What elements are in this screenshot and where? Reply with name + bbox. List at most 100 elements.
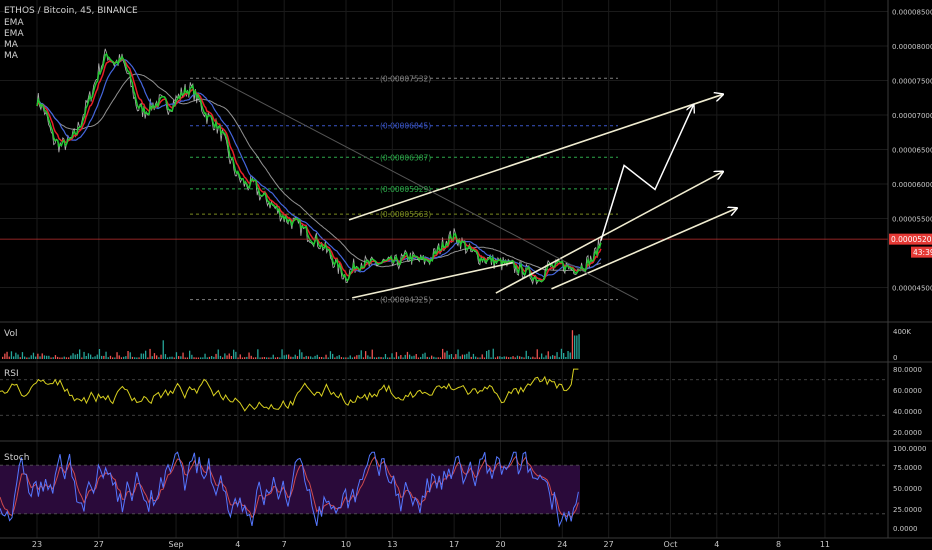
volume-bar	[312, 357, 314, 359]
volume-bar	[50, 357, 52, 359]
volume-bar	[426, 356, 428, 359]
volume-bar	[120, 357, 123, 359]
volume-bar	[248, 352, 250, 359]
volume-bar	[446, 350, 448, 359]
volume-bar	[492, 348, 494, 359]
stoch-axis-75: 75.0000	[893, 464, 922, 472]
time-axis-label: 24	[557, 540, 567, 549]
indicator-ma-1[interactable]: MA	[4, 40, 19, 50]
volume-bar	[310, 356, 312, 359]
volume-bar	[329, 351, 332, 359]
volume-bar	[285, 354, 288, 359]
volume-bar	[303, 357, 305, 359]
volume-bar	[519, 356, 521, 359]
time-axis-label: 27	[94, 540, 104, 549]
volume-bar	[459, 356, 461, 359]
volume-bar	[343, 357, 345, 359]
volume-bar	[516, 355, 519, 359]
price-chart[interactable]: (0.00007532) (0.00006845) (0.00006387) (0.0…	[0, 0, 932, 550]
volume-bar	[268, 357, 270, 359]
volume-bar	[186, 357, 189, 359]
volume-bar	[206, 357, 208, 359]
volume-bar	[362, 357, 365, 359]
volume-bar	[153, 353, 156, 359]
price-axis-label: 0.00007000	[892, 112, 932, 120]
volume-bar	[411, 356, 413, 359]
volume-bar	[96, 354, 98, 359]
volume-bar	[283, 355, 285, 359]
volume-bar	[503, 356, 505, 359]
volume-bar	[46, 355, 48, 359]
volume-bar	[164, 354, 167, 359]
volume-bar	[19, 357, 21, 359]
volume-bar	[336, 356, 338, 359]
stoch-axis-50: 50.0000	[893, 485, 922, 493]
volume-bar	[85, 356, 87, 359]
volume-bar	[87, 353, 90, 359]
volume-bar	[574, 335, 576, 359]
volume-bar	[263, 357, 266, 359]
volume-bar	[464, 354, 466, 359]
volume-bar	[125, 356, 127, 359]
volume-bar	[316, 354, 318, 359]
volume-bar	[74, 354, 76, 359]
volume-bar	[63, 356, 65, 359]
price-axis-label: 0.00004500	[892, 285, 932, 293]
volume-bar	[233, 349, 235, 359]
volume-bar	[367, 355, 369, 359]
symbol-title: ETHOS / Bitcoin, 45, BINANCE	[4, 6, 138, 16]
volume-bar	[378, 356, 380, 359]
volume-bar	[409, 354, 411, 359]
volume-bar	[204, 353, 206, 359]
volume-bar	[530, 357, 532, 359]
volume-bar	[351, 357, 354, 359]
volume-bar	[213, 356, 215, 359]
volume-bar	[277, 357, 279, 359]
volume-bar	[439, 357, 442, 359]
volume-bar	[373, 357, 376, 359]
indicator-ema-2[interactable]: EMA	[4, 29, 24, 39]
volume-bar	[193, 357, 195, 359]
volume-bar	[497, 356, 499, 359]
volume-bar	[327, 357, 329, 359]
volume-bar	[305, 355, 307, 359]
volume-bar	[455, 354, 457, 359]
volume-bar	[72, 353, 74, 359]
volume-bar	[35, 356, 37, 359]
volume-bar	[68, 357, 70, 359]
volume-bar	[382, 357, 384, 359]
volume-bar	[395, 352, 398, 359]
volume-bar	[246, 356, 248, 359]
volume-bar	[393, 357, 395, 359]
volume-bar	[215, 353, 217, 359]
volume-bar	[571, 330, 574, 359]
volume-bar	[131, 356, 134, 359]
volume-bar	[448, 354, 450, 359]
time-axis-label: 7	[282, 540, 287, 549]
time-axis-label: 11	[820, 540, 830, 549]
volume-bar	[274, 357, 277, 359]
volume-bar	[184, 357, 186, 359]
volume-bar	[151, 356, 153, 359]
indicator-ma-2[interactable]: MA	[4, 51, 19, 61]
volume-bar	[523, 357, 525, 359]
time-axis-label: 10	[341, 540, 351, 549]
volume-bar	[477, 357, 479, 359]
volume-bar	[61, 357, 63, 359]
volume-bar	[13, 356, 15, 359]
volume-bar	[508, 357, 510, 359]
volume-bar	[200, 357, 202, 359]
volume-bar	[270, 357, 272, 359]
volume-bar	[543, 357, 545, 359]
volume-bar	[479, 357, 481, 359]
volume-bar	[567, 351, 569, 359]
indicator-ema-1[interactable]: EMA	[4, 18, 24, 28]
volume-bar	[514, 357, 516, 359]
volume-bar	[195, 357, 197, 359]
volume-bar	[136, 357, 138, 359]
volume-bar	[79, 349, 81, 359]
volume-bar	[112, 357, 114, 359]
volume-bar	[472, 353, 475, 359]
price-axis-label: 0.00005500	[892, 216, 932, 224]
volume-bar	[54, 355, 57, 359]
